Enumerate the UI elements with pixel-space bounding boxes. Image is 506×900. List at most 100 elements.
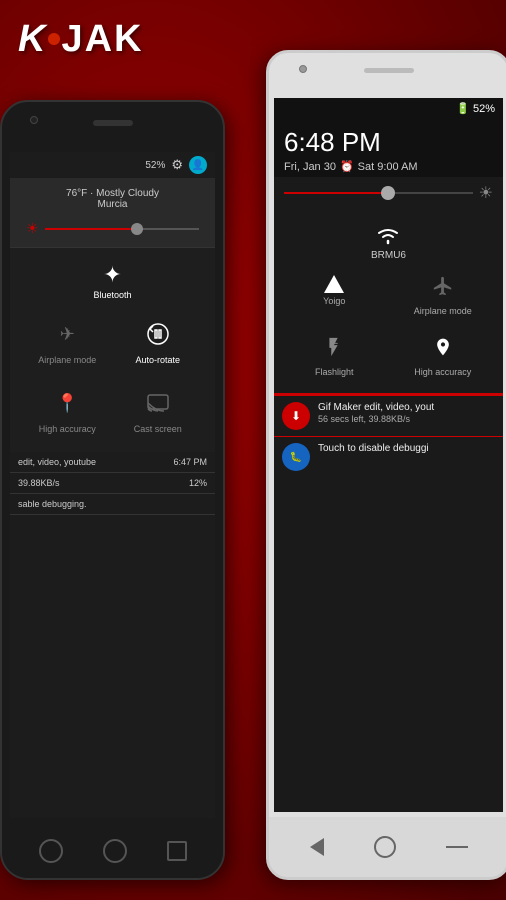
notif-icon-1: ⬇ [282,402,310,430]
cast-screen-icon [146,393,170,413]
flashlight-icon [323,336,345,364]
notif-item-1[interactable]: edit, video, youtube 6:47 PM [10,452,215,473]
home-button-left[interactable] [103,839,127,863]
notif-text-1: Gif Maker edit, video, yout 56 secs left… [318,402,495,424]
bluetooth-toggle[interactable]: ✦ Bluetooth [18,256,207,306]
toggle-section-left: ✦ Bluetooth ✈ Airplane mode [10,248,215,452]
airplane-icon-box: ✈ [49,316,85,352]
location-icon-right [433,336,453,358]
screen-left: 52% ⚙ 👤 76°F · Mostly Cloudy Murcia ☀ ✦ … [10,152,215,818]
phone-right: 🔋 52% 6:48 PM Fri, Jan 30 ⏰ Sat 9:00 AM … [266,50,506,880]
auto-rotate-label: Auto-rotate [135,355,180,365]
flashlight-label: Flashlight [315,367,354,377]
notif-speed: 39.88KB/s [18,478,60,488]
airplane-mode-toggle[interactable]: ✈ Airplane mode [24,310,111,371]
quick-settings-left: 76°F · Mostly Cloudy Murcia ☀ [10,178,215,247]
brightness-slider-left[interactable]: ☀ [20,216,205,241]
airplane-mode-label: Airplane mode [38,355,96,365]
battery-right: 🔋 52% [456,102,495,115]
current-time: 6:48 PM [284,127,493,158]
notif-icon-2: 🐛 [282,443,310,471]
notif-title-right-2: Touch to disable debuggi [318,443,495,454]
auto-rotate-toggle[interactable]: Auto-rotate [114,310,201,371]
notif-time-1: 6:47 PM [173,457,207,467]
auto-rotate-icon [146,322,170,346]
toggle-row-2: 📍 High accuracy Cast screen [18,375,207,444]
avatar-icon[interactable]: 👤 [189,156,207,174]
bluetooth-icon: ✦ [103,262,121,288]
alarm-icon: ⏰ [340,160,354,173]
status-bar-right: 🔋 52% [274,98,503,119]
location-tile-icon [433,336,453,364]
high-accuracy-label: High accuracy [414,367,471,377]
wifi-tile-center[interactable]: BRMU6 [274,215,503,265]
high-accuracy-toggle-left[interactable]: 📍 High accuracy [24,379,111,440]
brightness-fill-right [284,192,388,194]
flashlight-tile[interactable]: Flashlight [298,330,370,383]
brightness-bar-right [284,192,473,194]
brightness-fill [45,228,138,230]
settings-icon[interactable]: ⚙ [171,157,183,173]
screen-right: 🔋 52% 6:48 PM Fri, Jan 30 ⏰ Sat 9:00 AM … [274,98,503,812]
high-accuracy-label: High accuracy [39,424,96,434]
flashlight-svg [323,336,345,358]
back-button-left[interactable] [39,839,63,863]
cast-screen-label: Cast screen [134,424,182,434]
logo-text2: JAK [61,18,143,60]
yoigo-label: Yoigo [323,296,345,306]
status-right-icons: 🔋 52% [456,102,495,115]
speaker-right [364,68,414,73]
airplane-tile[interactable]: Airplane mode [407,269,479,322]
location-icon-box: 📍 [49,385,85,421]
camera-left [30,116,38,124]
tiles-section-right: BRMU6 Yoigo Airplane mod [274,209,503,393]
notifications-left: edit, video, youtube 6:47 PM 39.88KB/s 1… [10,452,215,515]
brightness-row-right[interactable]: ☀ [274,177,503,209]
notif-right-1[interactable]: ⬇ Gif Maker edit, video, yout 56 secs le… [274,395,503,436]
notif-percent: 12% [189,478,207,488]
airplane-tile-icon [432,275,454,303]
logo: K JAK [18,18,143,61]
high-accuracy-tile[interactable]: High accuracy [407,330,479,383]
brightness-icon-right: ☀ [479,183,493,203]
wifi-tile: BRMU6 [371,223,406,261]
nav-bar-right [269,817,506,877]
logo-text: K [18,18,47,60]
nav-bar-left [2,823,223,878]
back-button-right[interactable] [310,838,324,856]
brightness-thumb-right [381,186,395,200]
recents-button-left[interactable] [167,841,187,861]
notifications-right: ⬇ Gif Maker edit, video, yout 56 secs le… [274,393,503,477]
cast-screen-toggle[interactable]: Cast screen [114,379,201,440]
notif-item-3[interactable]: sable debugging. [10,494,215,515]
camera-right [299,65,307,73]
airplane-icon-right [432,275,454,297]
cast-icon-box [140,385,176,421]
battery-text-left: 52% [145,160,165,171]
alarm-time: Sat 9:00 AM [358,161,418,173]
toggle-row-1: ✈ Airplane mode Auto-rotate [18,306,207,375]
status-bar-left: 52% ⚙ 👤 [10,152,215,178]
tile-row-1: Yoigo Airplane mode [274,265,503,326]
notif-title-1: edit, video, youtube [18,457,173,467]
brightness-icon: ☀ [26,220,39,237]
location-icon: 📍 [56,393,78,414]
notif-sub-right-1: 56 secs left, 39.88KB/s [318,414,495,424]
bluetooth-label: Bluetooth [93,290,131,300]
notif-title-right-1: Gif Maker edit, video, yout [318,402,495,413]
logo-dot [48,33,60,45]
tile-row-2: Flashlight High accuracy [274,326,503,387]
home-button-right[interactable] [374,836,396,858]
network-icon [324,275,344,293]
notif-right-2[interactable]: 🐛 Touch to disable debuggi [274,436,503,477]
recents-button-right[interactable] [446,846,468,848]
wifi-icon [373,223,403,247]
notif-item-2[interactable]: 39.88KB/s 12% [10,473,215,494]
date-row: Fri, Jan 30 ⏰ Sat 9:00 AM [284,160,493,173]
wifi-label: BRMU6 [371,250,406,261]
phone-left: 52% ⚙ 👤 76°F · Mostly Cloudy Murcia ☀ ✦ … [0,100,225,880]
brightness-bar-left [45,228,199,230]
weather-info: 76°F · Mostly Cloudy Murcia [20,184,205,216]
speaker-left [93,120,133,126]
yoigo-tile[interactable]: Yoigo [298,269,370,322]
